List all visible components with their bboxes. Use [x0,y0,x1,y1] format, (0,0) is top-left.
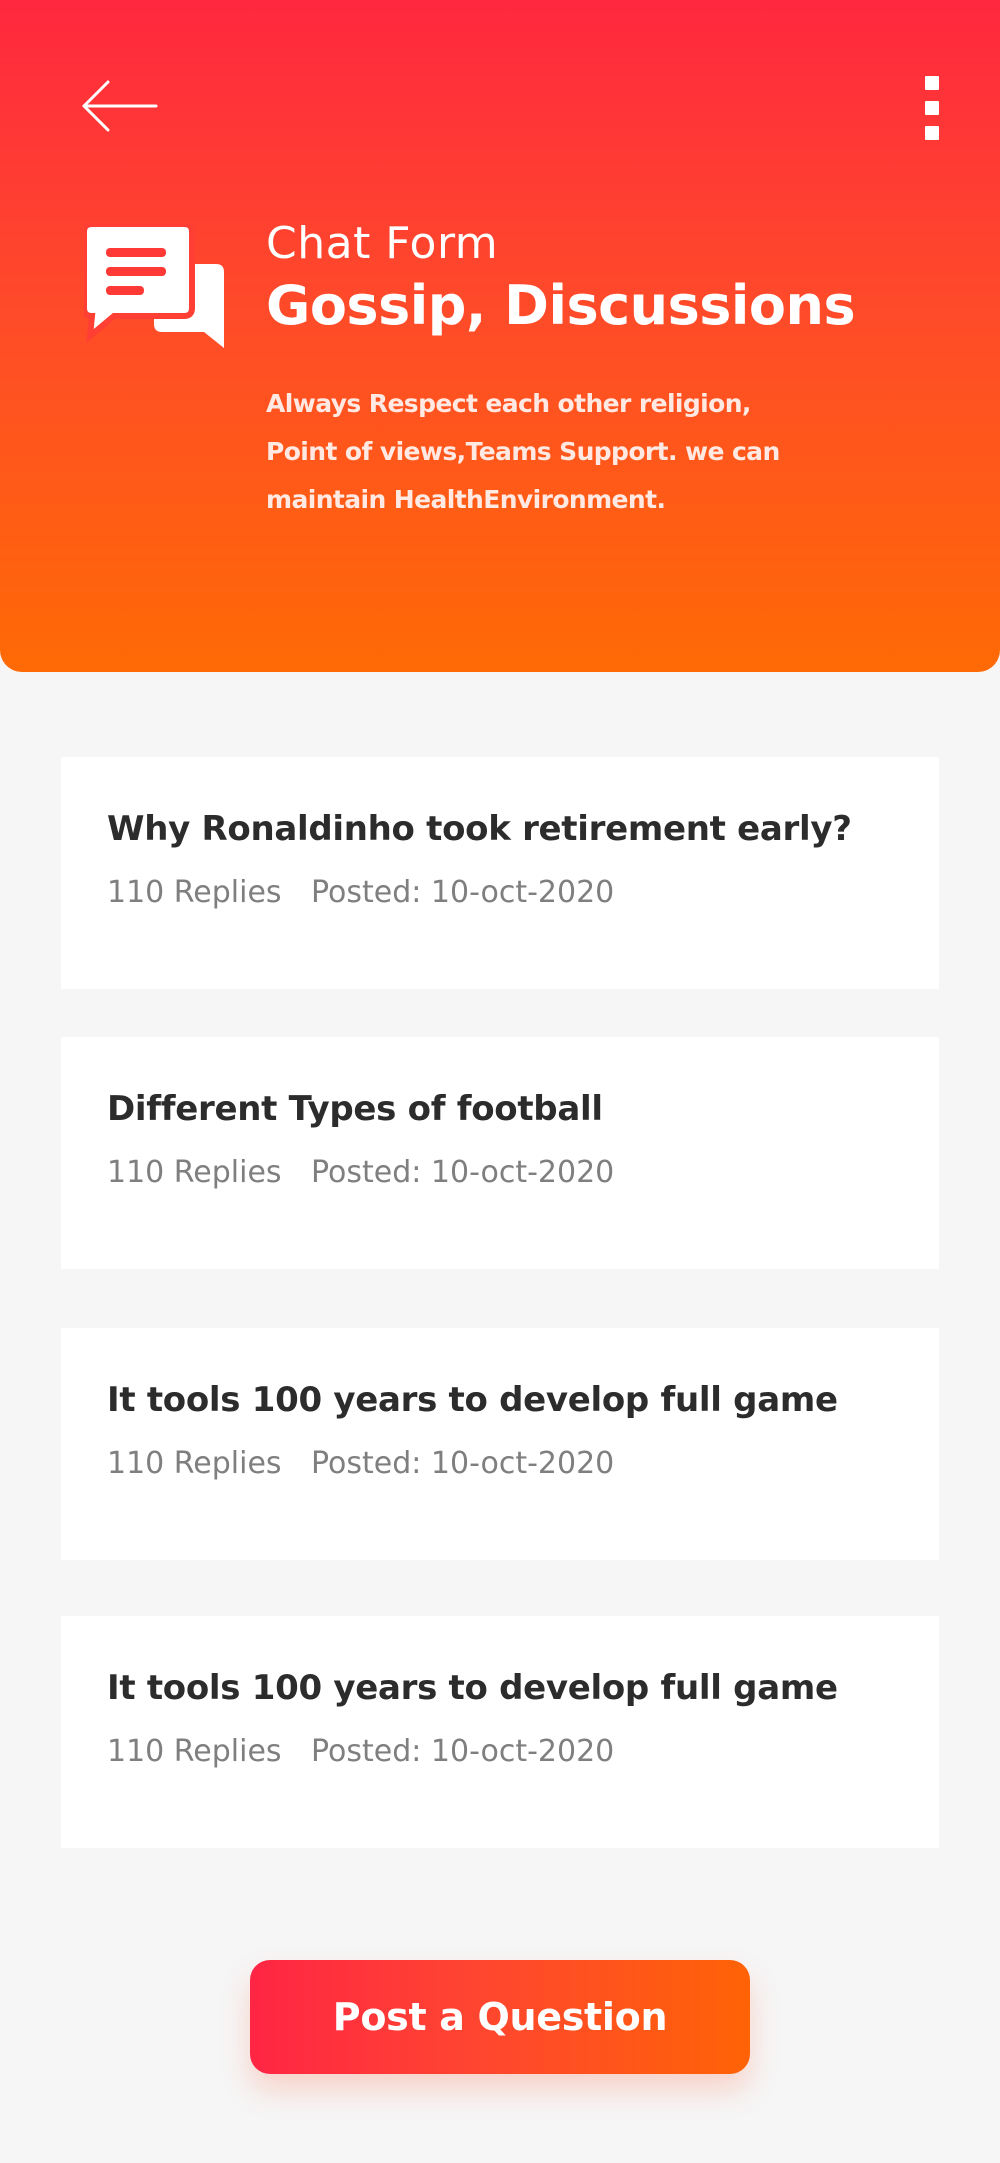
more-vertical-icon-dot [925,126,939,140]
topic-replies: 110 Replies [107,1734,282,1769]
more-vertical-icon-dot [925,101,939,115]
more-vertical-icon [925,76,939,90]
topic-posted-date: Posted: 10-oct-2020 [311,1734,615,1769]
header-description-line: Point of views,Teams Support. we can [266,437,780,466]
header-subtitle: Chat Form [266,218,499,269]
back-button[interactable] [80,76,160,136]
topic-card[interactable]: It tools 100 years to develop full game … [61,1616,939,1848]
header-banner: Chat Form Gossip, Discussions Always Res… [0,0,1000,672]
topic-card[interactable]: Different Types of football 110 Replies P… [61,1037,939,1269]
more-options-button[interactable] [916,76,948,156]
discussion-screen: Chat Form Gossip, Discussions Always Res… [0,0,1000,2163]
header-description-line: maintain HealthEnvironment. [266,485,666,514]
topic-title: Why Ronaldinho took retirement early? [107,809,852,849]
topic-meta: 110 Replies Posted: 10-oct-2020 [107,1155,614,1190]
topic-meta: 110 Replies Posted: 10-oct-2020 [107,1446,614,1481]
topic-meta: 110 Replies Posted: 10-oct-2020 [107,1734,614,1769]
arrow-left-icon [82,80,158,132]
header-description-line: Always Respect each other religion, [266,389,751,418]
topic-card[interactable]: It tools 100 years to develop full game … [61,1328,939,1560]
topic-replies: 110 Replies [107,1446,282,1481]
topic-card[interactable]: Why Ronaldinho took retirement early? 11… [61,757,939,989]
topic-posted-date: Posted: 10-oct-2020 [311,875,615,910]
topic-title: It tools 100 years to develop full game [107,1380,838,1420]
topic-replies: 110 Replies [107,1155,282,1190]
topic-meta: 110 Replies Posted: 10-oct-2020 [107,875,614,910]
header-description: Always Respect each other religion, Poin… [266,380,826,524]
page-title: Gossip, Discussions [266,274,856,337]
topic-replies: 110 Replies [107,875,282,910]
post-question-button[interactable]: Post a Question [250,1960,750,2074]
topic-title: It tools 100 years to develop full game [107,1668,838,1708]
topic-posted-date: Posted: 10-oct-2020 [311,1446,615,1481]
topic-posted-date: Posted: 10-oct-2020 [311,1155,615,1190]
chat-bubbles-icon [84,224,226,350]
topic-title: Different Types of football [107,1089,603,1129]
